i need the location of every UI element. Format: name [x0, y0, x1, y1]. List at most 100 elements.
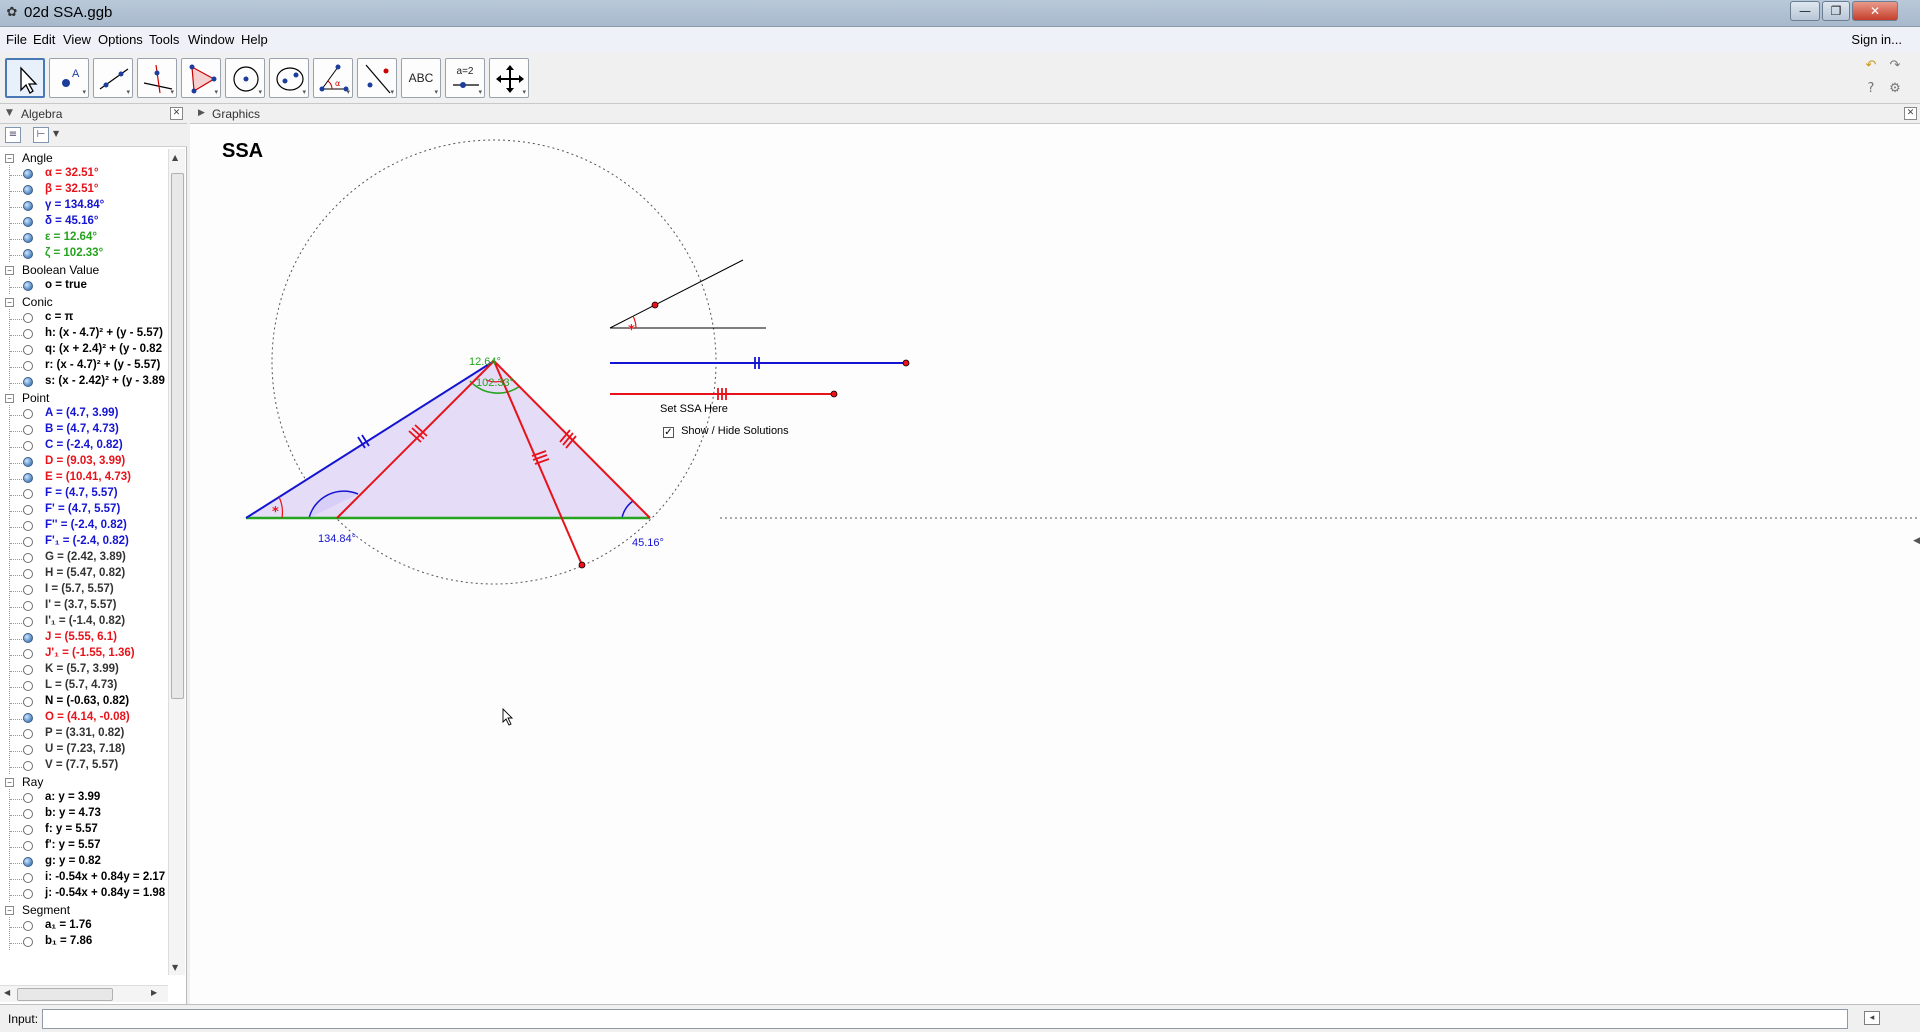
algebra-object-text[interactable]: r: (x - 4.7)² + (y - 5.57): [45, 359, 160, 371]
algebra-horizontal-scrollbar[interactable]: ◀ ▶: [0, 985, 168, 1002]
visibility-toggle-icon[interactable]: [23, 825, 33, 835]
collapse-toggle-icon[interactable]: −: [5, 778, 14, 787]
visibility-toggle-icon[interactable]: [23, 537, 33, 547]
algebra-object-text[interactable]: F'' = (-2.4, 0.82): [45, 519, 127, 531]
sign-in-link[interactable]: Sign in...: [1851, 32, 1902, 47]
polygon-tool[interactable]: ▾: [181, 58, 221, 98]
algebra-object-text[interactable]: D = (9.03, 3.99): [45, 455, 125, 467]
algebra-object-row[interactable]: i: -0.54x + 0.84y = 2.17: [0, 869, 168, 886]
visibility-toggle-icon[interactable]: [23, 569, 33, 579]
circle-tool[interactable]: ▾: [225, 58, 265, 98]
collapse-toggle-icon[interactable]: −: [5, 154, 14, 163]
reflect-tool[interactable]: ▾: [357, 58, 397, 98]
algebra-object-row[interactable]: H = (5.47, 0.82): [0, 565, 168, 582]
algebra-object-text[interactable]: H = (5.47, 0.82): [45, 567, 125, 579]
visibility-toggle-icon[interactable]: [23, 553, 33, 563]
visibility-toggle-icon[interactable]: [23, 329, 33, 339]
line-tool[interactable]: ▾: [93, 58, 133, 98]
algebra-category[interactable]: − Conic: [0, 295, 168, 310]
visibility-toggle-icon[interactable]: [23, 249, 33, 259]
ray-i[interactable]: [609, 259, 744, 329]
algebra-object-text[interactable]: J = (5.55, 6.1): [45, 631, 117, 643]
visibility-toggle-icon[interactable]: [23, 873, 33, 883]
algebra-object-text[interactable]: L = (5.7, 4.73): [45, 679, 117, 691]
algebra-object-row[interactable]: U = (7.23, 7.18): [0, 741, 168, 758]
text-tool[interactable]: ABC ▾: [401, 58, 441, 98]
visibility-toggle-icon[interactable]: [23, 281, 33, 291]
visibility-toggle-icon[interactable]: [23, 649, 33, 659]
graphics-canvas[interactable]: * * SSA 12.64° 102.33° 134.84° 45.16° Se…: [190, 124, 1920, 1004]
visibility-toggle-icon[interactable]: [23, 473, 33, 483]
algebra-object-text[interactable]: U = (7.23, 7.18): [45, 743, 125, 755]
algebra-object-text[interactable]: j: -0.54x + 0.84y = 1.98: [45, 887, 165, 899]
visibility-toggle-icon[interactable]: [23, 377, 33, 387]
expand-triangle-icon[interactable]: ▶: [198, 108, 205, 118]
chevron-down-icon[interactable]: ▼: [53, 129, 59, 138]
algebra-object-row[interactable]: G = (2.42, 3.89): [0, 549, 168, 566]
close-graphics-icon[interactable]: ✕: [1904, 107, 1917, 120]
input-help-icon[interactable]: ◂: [1864, 1011, 1880, 1025]
algebra-object-row[interactable]: L = (5.7, 4.73): [0, 677, 168, 694]
algebra-object-row[interactable]: D = (9.03, 3.99): [0, 453, 168, 470]
visibility-toggle-icon[interactable]: [23, 185, 33, 195]
visibility-toggle-icon[interactable]: [23, 857, 33, 867]
visibility-toggle-icon[interactable]: [23, 233, 33, 243]
algebra-object-row[interactable]: O = (4.14, -0.08): [0, 709, 168, 726]
algebra-object-row[interactable]: C = (-2.4, 0.82): [0, 437, 168, 454]
visibility-toggle-icon[interactable]: [23, 937, 33, 947]
visibility-toggle-icon[interactable]: [23, 921, 33, 931]
algebra-object-text[interactable]: F = (4.7, 5.57): [45, 487, 118, 499]
algebra-object-row[interactable]: β = 32.51°: [0, 181, 168, 198]
visibility-toggle-icon[interactable]: [23, 601, 33, 611]
algebra-object-text[interactable]: I' = (3.7, 5.57): [45, 599, 116, 611]
visibility-toggle-icon[interactable]: [23, 313, 33, 323]
collapse-toggle-icon[interactable]: −: [5, 906, 14, 915]
menu-edit[interactable]: Edit: [33, 32, 55, 47]
side-panel-toggle-icon[interactable]: ◀: [1913, 536, 1920, 546]
algebra-object-text[interactable]: g: y = 0.82: [45, 855, 101, 867]
point-O[interactable]: [578, 561, 586, 569]
algebra-vertical-scrollbar[interactable]: ▲ ▼: [168, 149, 185, 975]
algebra-object-row[interactable]: K = (5.7, 3.99): [0, 661, 168, 678]
scroll-up-icon[interactable]: ▲: [172, 153, 178, 162]
algebra-object-text[interactable]: F' = (4.7, 5.57): [45, 503, 120, 515]
epsilon-value-label[interactable]: 12.64°: [469, 356, 501, 368]
visibility-toggle-icon[interactable]: [23, 457, 33, 467]
algebra-object-row[interactable]: r: (x - 4.7)² + (y - 5.57): [0, 357, 168, 374]
algebra-object-text[interactable]: β = 32.51°: [45, 183, 99, 195]
algebra-object-text[interactable]: c = π: [45, 311, 73, 323]
scroll-left-icon[interactable]: ◀: [4, 988, 10, 997]
visibility-toggle-icon[interactable]: [23, 633, 33, 643]
algebra-object-row[interactable]: c = π: [0, 309, 168, 326]
algebra-object-text[interactable]: a₁ = 1.76: [45, 919, 92, 931]
collapse-toggle-icon[interactable]: −: [5, 298, 14, 307]
algebra-object-text[interactable]: f: y = 5.57: [45, 823, 98, 835]
visibility-toggle-icon[interactable]: [23, 761, 33, 771]
algebra-object-row[interactable]: γ = 134.84°: [0, 197, 168, 214]
algebra-object-row[interactable]: F' = (4.7, 5.57): [0, 501, 168, 518]
show-solutions-checkbox[interactable]: ✓: [663, 427, 674, 438]
visibility-toggle-icon[interactable]: [23, 697, 33, 707]
collapse-toggle-icon[interactable]: −: [5, 266, 14, 275]
redo-icon[interactable]: ↷: [1886, 57, 1904, 75]
collapse-triangle-icon[interactable]: ▼: [6, 108, 13, 118]
visibility-toggle-icon[interactable]: [23, 745, 33, 755]
algebra-object-text[interactable]: q: (x + 2.4)² + (y - 0.82: [45, 343, 162, 355]
algebra-object-text[interactable]: a: y = 3.99: [45, 791, 100, 803]
algebra-object-row[interactable]: P = (3.31, 0.82): [0, 725, 168, 742]
algebra-object-row[interactable]: g: y = 0.82: [0, 853, 168, 870]
algebra-category[interactable]: − Point: [0, 391, 168, 406]
algebra-object-text[interactable]: P = (3.31, 0.82): [45, 727, 124, 739]
visibility-toggle-icon[interactable]: [23, 713, 33, 723]
algebra-category[interactable]: − Boolean Value: [0, 263, 168, 278]
visibility-toggle-icon[interactable]: [23, 889, 33, 899]
close-algebra-icon[interactable]: ✕: [170, 107, 183, 120]
collapse-toggle-icon[interactable]: −: [5, 394, 14, 403]
algebra-object-text[interactable]: O = (4.14, -0.08): [45, 711, 130, 723]
move-tool[interactable]: [5, 58, 45, 98]
visibility-toggle-icon[interactable]: [23, 409, 33, 419]
visibility-toggle-icon[interactable]: [23, 201, 33, 211]
maximize-button[interactable]: ❐: [1822, 1, 1850, 21]
visibility-toggle-icon[interactable]: [23, 441, 33, 451]
visibility-toggle-icon[interactable]: [23, 217, 33, 227]
